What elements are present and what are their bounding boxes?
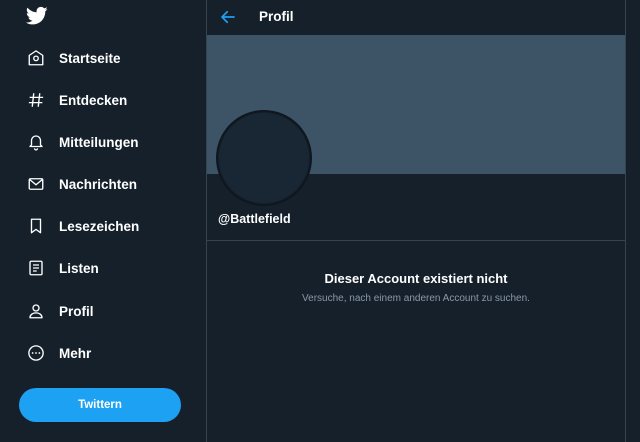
arrow-left-icon[interactable] <box>219 8 237 26</box>
sidebar-item-mitteilungen[interactable]: Mitteilungen <box>26 128 139 156</box>
empty-state-subtitle: Versuche, nach einem anderen Account zu … <box>302 293 530 304</box>
person-icon <box>26 301 46 321</box>
empty-state-title: Dieser Account existiert nicht <box>324 271 508 286</box>
sidebar-item-label: Startseite <box>59 50 121 66</box>
sidebar-item-mehr[interactable]: Mehr <box>26 339 91 367</box>
profile-column: Profil @Battlefield Dieser Account exist… <box>206 0 626 442</box>
sidebar-item-label: Lesezeichen <box>59 218 140 234</box>
avatar <box>216 110 312 206</box>
sidebar-item-label: Listen <box>59 260 99 276</box>
tweet-button[interactable]: Twittern <box>19 388 181 422</box>
sidebar-item-label: Mitteilungen <box>59 134 139 150</box>
sidebar-item-entdecken[interactable]: Entdecken <box>26 86 127 114</box>
twitter-bird-icon[interactable] <box>25 6 48 26</box>
sidebar: Startseite Entdecken Mitteilungen Nachri… <box>0 0 206 442</box>
bookmark-icon <box>26 216 46 236</box>
page-title: Profil <box>259 9 294 24</box>
sidebar-item-label: Mehr <box>59 345 92 361</box>
sidebar-item-profil[interactable]: Profil <box>26 297 94 325</box>
home-icon <box>26 48 46 68</box>
more-icon <box>26 343 46 363</box>
hashtag-icon <box>26 90 46 110</box>
sidebar-item-label: Entdecken <box>59 92 128 108</box>
sidebar-item-lesezeichen[interactable]: Lesezeichen <box>26 212 139 240</box>
sidebar-item-label: Profil <box>59 303 94 319</box>
sidebar-item-nachrichten[interactable]: Nachrichten <box>26 170 137 198</box>
profile-handle: @Battlefield <box>218 212 291 226</box>
avatar-placeholder <box>219 113 309 203</box>
sidebar-item-listen[interactable]: Listen <box>26 254 99 282</box>
sidebar-item-label: Nachrichten <box>59 176 138 192</box>
profile-header: Profil <box>207 0 625 34</box>
list-icon <box>26 258 46 278</box>
right-column <box>626 0 640 442</box>
mail-icon <box>26 174 46 194</box>
bell-icon <box>26 132 46 152</box>
sidebar-item-startseite[interactable]: Startseite <box>26 44 121 72</box>
divider <box>207 240 625 241</box>
